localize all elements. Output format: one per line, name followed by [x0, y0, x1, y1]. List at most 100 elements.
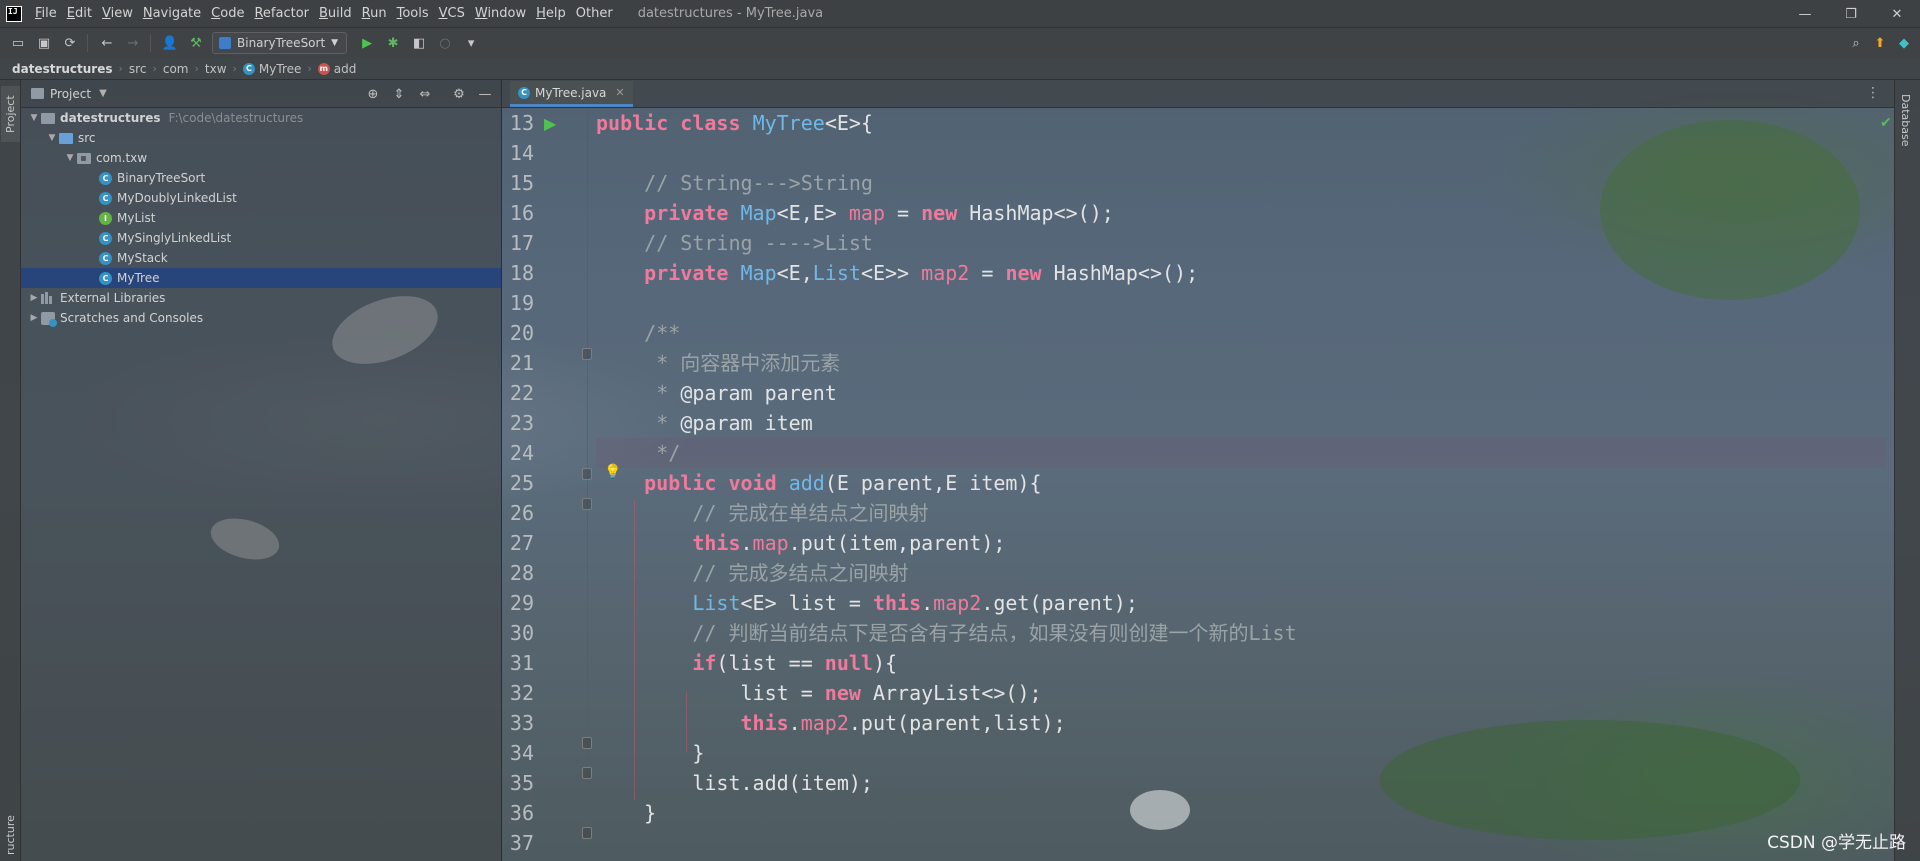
- breadcrumb-src[interactable]: src: [129, 62, 147, 76]
- database-tool-tab[interactable]: Database: [1899, 94, 1912, 147]
- code-area[interactable]: public class MyTree<E>{ // String--->Str…: [596, 108, 1886, 861]
- chevron-down-icon[interactable]: ▼: [99, 88, 107, 99]
- menu-file[interactable]: File: [30, 6, 62, 21]
- chevron-right-icon[interactable]: ▶: [27, 293, 41, 303]
- update-icon[interactable]: ⬆: [1868, 31, 1892, 55]
- tree-item-class[interactable]: I MyList: [21, 208, 501, 228]
- fold-marker-icon[interactable]: [582, 348, 592, 360]
- collapse-all-icon[interactable]: ⇔: [415, 84, 435, 104]
- menu-help[interactable]: Help: [531, 6, 571, 21]
- menu-label-rest: elp: [545, 6, 566, 21]
- build-hammer-icon[interactable]: ⚒: [184, 31, 208, 55]
- editor-tab-bar: C MyTree.java ✕ ⋮: [502, 80, 1894, 108]
- tree-item-label: datestructures: [60, 111, 161, 125]
- code-line-16: private Map<E,E> map = new HashMap<>();: [644, 201, 1114, 225]
- more-options-icon[interactable]: ⋮: [1866, 85, 1880, 101]
- chevron-right-icon[interactable]: ▶: [27, 313, 41, 323]
- fold-marker-icon[interactable]: [582, 827, 592, 839]
- search-icon[interactable]: ⌕: [1844, 31, 1868, 55]
- tree-item-class[interactable]: C BinaryTreeSort: [21, 168, 501, 188]
- tree-item-external-libraries[interactable]: ▶ External Libraries: [21, 288, 501, 308]
- tree-item-label: BinaryTreeSort: [117, 171, 206, 185]
- left-tool-stripe: Project ructure: [0, 80, 21, 861]
- class-icon: C: [99, 251, 112, 265]
- open-folder-icon[interactable]: ▭: [6, 31, 30, 55]
- code-editor: C MyTree.java ✕ ⋮ 13 14 15 16 17 18 19 20 21 22 23…: [502, 80, 1894, 861]
- menu-other[interactable]: Other: [571, 6, 618, 21]
- maximize-button[interactable]: ❐: [1828, 0, 1874, 28]
- line-number: 16: [509, 201, 534, 225]
- debug-icon[interactable]: ✱: [381, 31, 405, 55]
- close-tab-icon[interactable]: ✕: [615, 86, 624, 99]
- code-line-17: // String ---->List: [644, 231, 873, 255]
- breadcrumb-txw[interactable]: txw: [205, 62, 227, 76]
- menu-refactor[interactable]: Refactor: [249, 6, 314, 21]
- chevron-down-icon[interactable]: ▼: [45, 133, 59, 143]
- gear-icon[interactable]: ⚙: [449, 84, 469, 104]
- minimize-button[interactable]: —: [1782, 0, 1828, 28]
- code-line-33: this.map2.put(parent,list);: [740, 711, 1066, 735]
- close-window-button[interactable]: ✕: [1874, 0, 1920, 28]
- right-tool-stripe: Database: [1894, 80, 1920, 861]
- project-tool-tab[interactable]: Project: [1, 86, 20, 142]
- menu-window[interactable]: Window: [470, 6, 531, 21]
- menu-mnemonic: N: [142, 6, 153, 21]
- main-menu: File Edit View Navigate Code Refactor Build Run…: [30, 6, 618, 21]
- tree-item-class[interactable]: C MyDoublyLinkedList: [21, 188, 501, 208]
- structure-tool-tab[interactable]: ructure: [1, 810, 20, 860]
- line-number: 13: [509, 111, 534, 135]
- project-panel-title[interactable]: Project: [50, 87, 91, 101]
- forward-arrow-icon[interactable]: →: [121, 31, 145, 55]
- tree-item-label: MyList: [117, 211, 156, 225]
- tree-item-package[interactable]: ▼ com.txw: [21, 148, 501, 168]
- code-line-35: list.add(item);: [596, 771, 873, 795]
- fold-marker-icon[interactable]: [582, 498, 592, 510]
- breadcrumb-class[interactable]: C MyTree: [242, 62, 301, 76]
- run-icon[interactable]: ▶: [355, 31, 379, 55]
- chevron-down-icon[interactable]: ▼: [27, 113, 41, 123]
- project-folder-icon: [31, 88, 44, 99]
- chevron-down-icon[interactable]: ▼: [63, 153, 77, 163]
- tree-item-scratches[interactable]: ▶ Scratches and Consoles: [21, 308, 501, 328]
- run-class-icon[interactable]: ▶: [544, 114, 556, 133]
- locate-icon[interactable]: ⊕: [363, 84, 383, 104]
- tree-item-project-root[interactable]: ▼ datestructures F:\code\datestructures: [21, 108, 501, 128]
- menu-build[interactable]: Build: [314, 6, 357, 21]
- save-icon[interactable]: ▣: [32, 31, 56, 55]
- menu-code[interactable]: Code: [206, 6, 249, 21]
- menu-view[interactable]: View: [97, 6, 138, 21]
- user-menu-icon[interactable]: 👤: [158, 31, 182, 55]
- code-line-36: }: [596, 801, 657, 825]
- fold-marker-icon[interactable]: [582, 737, 592, 749]
- no-problems-check-icon[interactable]: ✔: [1880, 115, 1892, 131]
- menu-tools[interactable]: Tools: [392, 6, 434, 21]
- coverage-icon[interactable]: ◧: [407, 31, 431, 55]
- expand-all-icon[interactable]: ⇕: [389, 84, 409, 104]
- hide-icon[interactable]: —: [475, 84, 495, 104]
- tree-item-class[interactable]: C MyStack: [21, 248, 501, 268]
- tab-mytree-java[interactable]: C MyTree.java ✕: [510, 81, 633, 107]
- menu-mnemonic: V: [101, 6, 111, 21]
- run-configuration-select[interactable]: BinaryTreeSort ▼: [212, 32, 348, 54]
- breadcrumb-com[interactable]: com: [163, 62, 189, 76]
- more-actions-icon[interactable]: ▾: [459, 31, 483, 55]
- code-line-34: }: [596, 741, 705, 765]
- breadcrumb-method[interactable]: m add: [317, 62, 356, 76]
- tree-item-path: F:\code\datestructures: [168, 111, 304, 125]
- breadcrumb-project[interactable]: datestructures: [12, 62, 113, 76]
- tree-item-class[interactable]: C MyTree: [21, 268, 501, 288]
- module-folder-icon: [41, 112, 55, 124]
- fold-marker-icon[interactable]: [582, 468, 592, 480]
- menu-navigate[interactable]: Navigate: [138, 6, 206, 21]
- menu-run[interactable]: Run: [357, 6, 392, 21]
- menu-edit[interactable]: Edit: [62, 6, 97, 21]
- sync-icon[interactable]: ⟳: [58, 31, 82, 55]
- back-arrow-icon[interactable]: ←: [95, 31, 119, 55]
- fold-marker-icon[interactable]: [582, 767, 592, 779]
- toolbox-icon[interactable]: ◆: [1892, 31, 1916, 55]
- tree-item-src[interactable]: ▼ src: [21, 128, 501, 148]
- tree-item-class[interactable]: C MySinglyLinkedList: [21, 228, 501, 248]
- stop-icon[interactable]: ○: [433, 31, 457, 55]
- menu-vcs[interactable]: VCS: [434, 6, 470, 21]
